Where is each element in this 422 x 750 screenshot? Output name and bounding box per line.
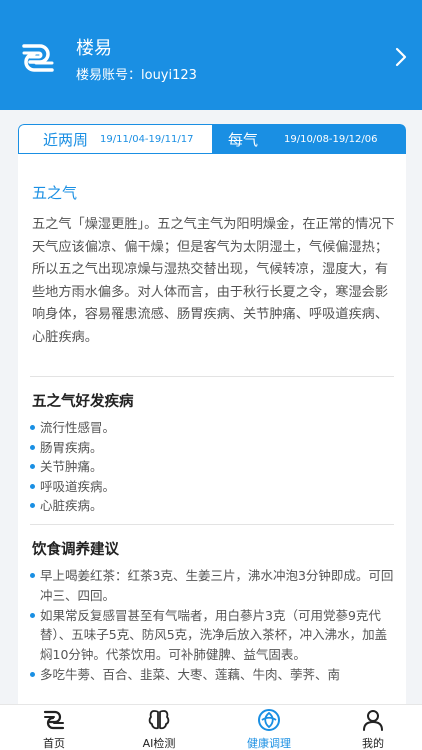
user-name: 楼易 [76,38,112,59]
profile-header[interactable]: 楼易 楼易账号：louyi123 [0,0,422,110]
tab-date: 19/10/08-19/12/06 [284,133,378,145]
bottom-nav: 首页 AI检测 健康调理 我的 [0,704,422,750]
user-profile-icon [363,710,383,731]
logo-home-icon [43,710,65,730]
article-title: 五之气 [32,184,78,202]
list-item: 流行性感冒。 [30,418,394,438]
list-item: 关节肿痛。 [30,457,394,477]
period-tabs: 近两周 19/11/04-19/11/17 每气 19/10/08-19/12/… [18,124,406,154]
diseases-title: 五之气好发疾病 [32,394,134,410]
list-item: 如果常反复感冒甚至有气喘者，用白蔘片3克（可用党蔘9克代替）、五味子5克、防风5… [30,606,394,665]
nav-home[interactable]: 首页 [24,705,84,750]
list-item: 心脏疾病。 [30,496,394,516]
diseases-list: 流行性感冒。 肠胃疾病。 关节肿痛。 呼吸道疾病。 心脏疾病。 [30,418,394,516]
diet-list: 早上喝姜红茶：红茶3克、生姜三片，沸水冲泡3分钟即成。可回冲三、四回。 如果常反… [30,566,394,685]
chevron-right-icon[interactable] [394,46,408,68]
nav-label: 健康调理 [247,737,291,750]
divider [30,524,394,525]
tab-date: 19/11/04-19/11/17 [100,133,194,145]
tab-title: 每气 [228,130,259,149]
article: 五之气 五之气「燥湿更胜」。五之气主气为阳明燥金，在正常的情况下天气应该偏凉、偏… [32,172,398,350]
list-item: 肠胃疾病。 [30,438,394,458]
nav-label: 首页 [43,737,65,750]
divider [30,376,394,377]
ai-detect-icon [148,710,170,730]
nav-profile[interactable]: 我的 [343,705,403,750]
diet-title: 饮食调养建议 [32,542,119,558]
health-care-icon [258,709,280,731]
content-card: 近两周 19/11/04-19/11/17 每气 19/10/08-19/12/… [18,124,406,704]
user-account: 楼易账号：louyi123 [76,68,197,83]
list-item: 早上喝姜红茶：红茶3克、生姜三片，沸水冲泡3分钟即成。可回冲三、四回。 [30,566,394,606]
nav-label: AI检测 [142,737,176,750]
list-item: 多吃牛蒡、百合、韭菜、大枣、莲藕、牛肉、荸荠、南 [30,665,394,685]
tab-title: 近两周 [43,130,89,149]
tab-each-qi[interactable]: 每气 19/10/08-19/12/06 [212,124,406,154]
article-paragraph: 五之气「燥湿更胜」。五之气主气为阳明燥金，在正常的情况下天气应该偏凉、偏干燥；但… [32,217,395,345]
nav-label: 我的 [362,737,384,750]
app-logo-icon [22,44,54,72]
nav-ai-detect[interactable]: AI检测 [129,705,189,750]
tab-two-weeks[interactable]: 近两周 19/11/04-19/11/17 [18,124,212,154]
list-item: 呼吸道疾病。 [30,477,394,497]
nav-health-care[interactable]: 健康调理 [239,705,299,750]
